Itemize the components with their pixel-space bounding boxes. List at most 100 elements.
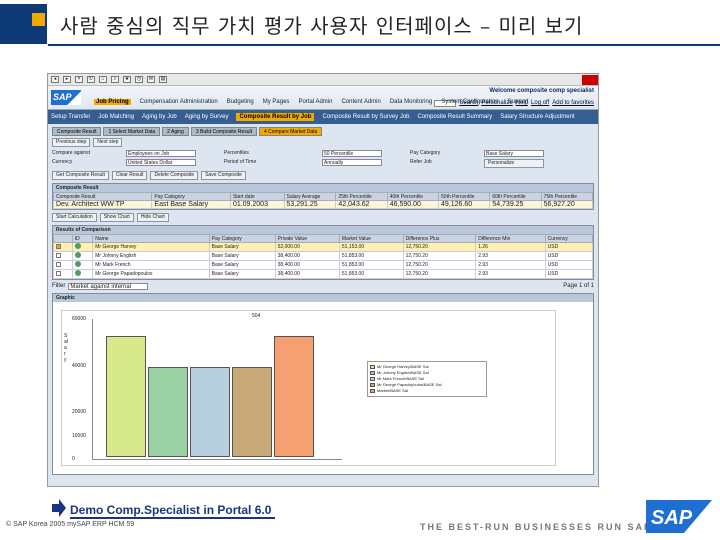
cell: Mr George Papadopoulos [92,269,210,279]
start-calculation-button[interactable]: Start Calculation [52,213,97,222]
y-tick-label: 40000 [72,362,86,369]
nav-my-pages[interactable]: My Pages [263,99,290,105]
col-header: Start date [229,192,285,201]
clear-result-button[interactable]: Clear Result [111,171,148,180]
currency-select[interactable]: United States Dollar [126,159,196,166]
paycat-select[interactable]: Base Salary [484,150,544,157]
filter-select[interactable]: Market against internal [68,283,149,290]
search-icon[interactable]: ⌕ [111,76,119,83]
composite-buttons: Get Composite Result Clear Result Delete… [52,171,594,180]
cell: Mr Johnny English [92,251,210,261]
table-row[interactable]: Dev. Architect WW TP East Base Salary 01… [52,200,594,209]
nav2-composite-by-survey[interactable]: Composite Result by Survey Job [322,114,409,120]
nav2-aging-by-job[interactable]: Aging by Job [142,114,177,120]
nav2-job-matching[interactable]: Job Matching [98,114,134,120]
cell: 01.09.2003 [229,200,285,209]
nav-data-monitoring[interactable]: Data Monitoring [390,99,432,105]
salary-chart: 504 Salary Mr George Harvey/BASE Sal Mr J… [61,310,556,466]
chart-bar [148,367,188,457]
cell: USD [544,242,594,252]
top-level-navigation: Job Pricing Compensation Administration … [94,99,529,105]
save-composite-button[interactable]: Save Composite [201,171,246,180]
logoff-link[interactable]: Log off [531,100,549,107]
stop-icon[interactable]: × [75,76,83,83]
roadmap-step-1[interactable]: 1 Select Market Data [103,127,161,136]
filter-row: Filter Market against internal Page 1 of… [52,283,594,290]
favorites-icon[interactable]: ★ [123,76,131,83]
legend-label: Mr George Papadopoulos/BASE Sal [377,382,442,387]
nav-support[interactable]: Support [508,99,529,105]
nav2-composite-summary[interactable]: Composite Result Summary [418,114,493,120]
add-favorites-link[interactable]: Add to favorites [552,100,594,107]
chart-bar [274,336,314,457]
table-row[interactable]: Mr George Harvey Base Salary 52,000.00 5… [53,242,594,252]
legend-entry: Mr Mark French/BASE Sal [370,376,484,381]
legend-swatch [370,376,375,381]
nav2-composite-by-job[interactable]: Composite Result by Job [236,113,315,121]
row-checkbox[interactable] [53,242,73,252]
cell: USD [544,260,594,270]
cell: 51,853.00 [338,269,404,279]
cell: Base Salary [208,269,276,279]
row-checkbox[interactable] [53,260,73,270]
forward-icon[interactable]: ▸ [63,76,71,83]
chart-legend: Mr George Harvey/BASE Sal Mr Johnny Engli… [367,361,487,397]
title-divider [48,44,720,46]
refresh-icon[interactable]: ↻ [87,76,95,83]
nav-budgeting[interactable]: Budgeting [227,99,254,105]
comparison-select[interactable]: Employees on Job [126,150,196,157]
col-header: Private Value [274,234,340,243]
currency-label: Currency [52,159,73,165]
composite-table: Composite Result Pay Category Start date… [52,192,594,209]
legend-swatch [370,370,375,375]
time-select[interactable]: Annually [322,159,382,166]
print-icon[interactable]: ▤ [159,76,167,83]
roadmap-step-3[interactable]: 3 Build Composite Result [190,127,257,136]
chart-bar [106,335,146,457]
legend-swatch [370,382,375,387]
personalize-button[interactable]: Personalize [484,159,544,168]
row-checkbox[interactable] [53,269,73,279]
roadmap-step-4[interactable]: 4 Compare Market Data [258,127,323,136]
col-header: Market Value [338,234,404,243]
home-icon[interactable]: ⌂ [99,76,107,83]
nav-comp-admin[interactable]: Compensation Administration [140,99,218,105]
nav-system-config[interactable]: System Configuration [441,99,498,105]
roadmap-step-0[interactable]: Composite Result [52,127,102,136]
percentile-select[interactable]: 50 Percentile [322,150,382,157]
hide-chart-button[interactable]: Hide Chart [136,213,169,222]
x-axis [92,459,342,460]
y-tick-label: 60000 [72,316,86,322]
get-composite-button[interactable]: Get Composite Result [52,171,109,180]
browser-toolbar: ◂ ▸ × ↻ ⌂ ⌕ ★ ◷ ✉ ▤ [48,74,598,86]
nav2-aging-by-survey[interactable]: Aging by Survey [185,114,229,120]
second-level-navigation: Setup Transfer Job Matching Aging by Job… [48,110,598,124]
col-header: 75th Percentile [540,192,594,201]
sap-tagline: THE BEST-RUN BUSINESSES RUN SAP [420,522,653,532]
roadmap-step-2[interactable]: 2 Aging [162,127,189,136]
checkbox-icon[interactable] [56,252,61,258]
show-chart-button[interactable]: Show Chart [99,213,134,222]
legend-swatch [370,364,375,369]
nav-content-admin[interactable]: Content Admin [341,99,380,105]
checkbox-icon[interactable] [56,243,61,249]
table-row[interactable]: Mr Johnny English Base Salary 38,400.00 … [53,251,594,261]
nav-job-pricing[interactable]: Job Pricing [94,99,131,105]
table-row[interactable]: Mr George Papadopoulos Base Salary 38,40… [53,269,594,279]
previous-step-button[interactable]: Previous step [52,138,91,147]
cell [71,269,94,279]
nav2-salary-structure[interactable]: Salary Structure Adjustment [500,114,574,120]
checkbox-icon[interactable] [56,270,61,276]
delete-composite-button[interactable]: Delete Composite [150,171,199,180]
mail-icon[interactable]: ✉ [147,76,155,83]
col-header: Name [92,234,210,243]
back-icon[interactable]: ◂ [51,76,59,83]
nav2-setup-transfer[interactable]: Setup Transfer [51,114,90,120]
history-icon[interactable]: ◷ [135,76,143,83]
checkbox-icon[interactable] [56,261,61,267]
row-checkbox[interactable] [53,251,73,261]
nav-portal-admin[interactable]: Portal Admin [298,99,332,105]
table-row[interactable]: Mr Mark French Base Salary 38,400.00 51,… [53,260,594,270]
roadmap: Composite Result 1 Select Market Data 2 … [52,127,594,136]
next-step-button[interactable]: Next step [93,138,123,147]
